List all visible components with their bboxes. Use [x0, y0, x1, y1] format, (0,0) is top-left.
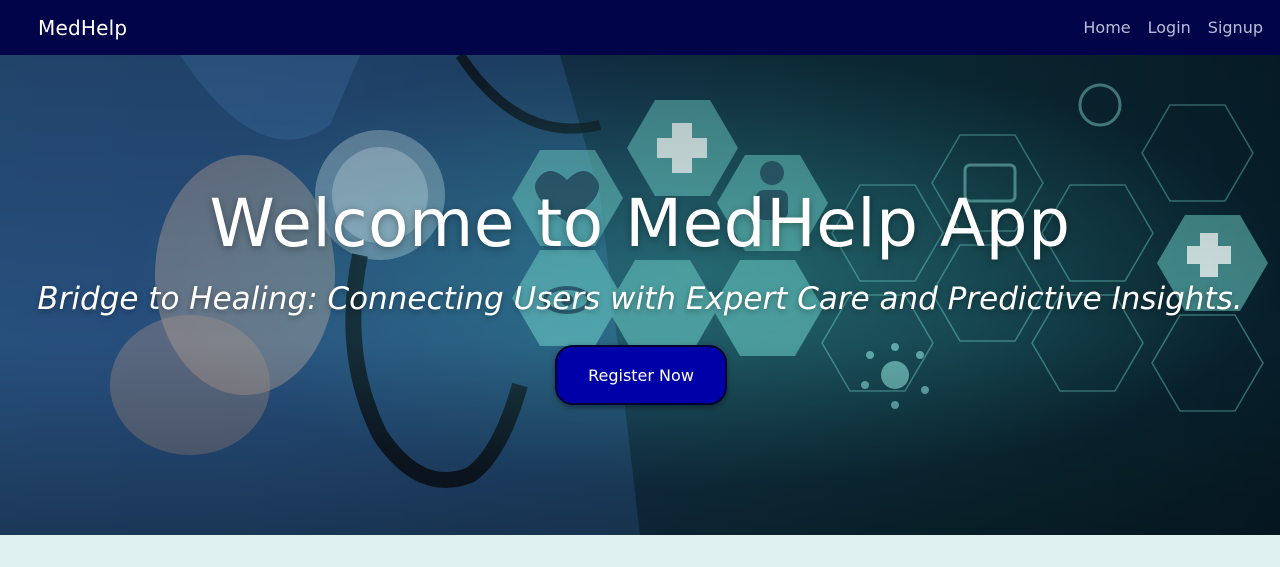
brand-logo[interactable]: MedHelp	[38, 16, 127, 40]
nav-link-home[interactable]: Home	[1083, 18, 1130, 37]
nav-link-login[interactable]: Login	[1148, 18, 1191, 37]
hero-title: Welcome to MedHelp App	[209, 185, 1071, 262]
next-section-band	[0, 535, 1280, 567]
nav-link-signup[interactable]: Signup	[1208, 18, 1263, 37]
register-now-button[interactable]: Register Now	[555, 345, 727, 405]
nav-links: Home Login Signup	[1083, 18, 1263, 37]
hero-section: Welcome to MedHelp App Bridge to Healing…	[0, 55, 1280, 535]
top-navbar: MedHelp Home Login Signup	[0, 0, 1280, 55]
hero-subtitle: Bridge to Healing: Connecting Users with…	[37, 281, 1243, 317]
